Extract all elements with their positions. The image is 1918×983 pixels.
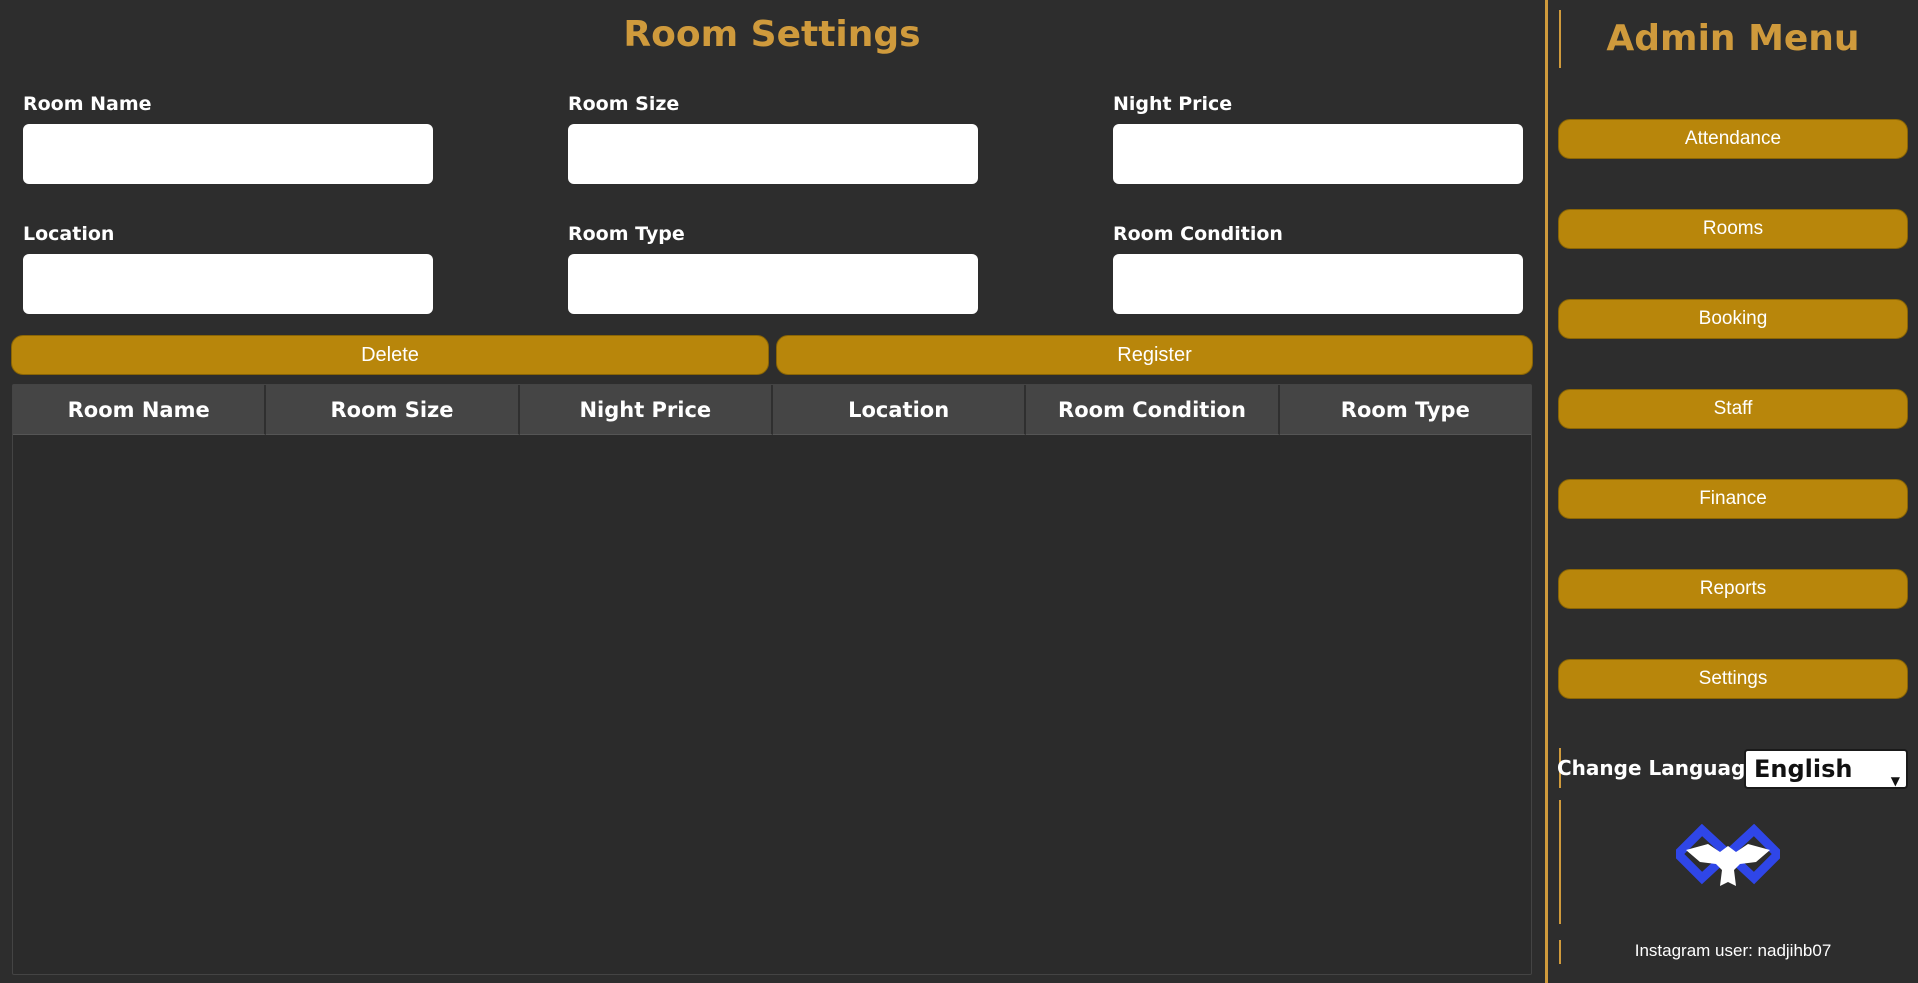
language-select[interactable]: English ▼ [1744,749,1908,789]
room-settings-panel: Room Settings Room Name Room Size Night … [0,0,1544,983]
room-name-label: Room Name [23,93,152,115]
location-label: Location [23,223,115,245]
column-header-location[interactable]: Location [772,385,1027,435]
menu-item-reports[interactable]: Reports [1558,569,1908,609]
column-header-room-condition[interactable]: Room Condition [1026,385,1280,435]
table-body [13,435,1531,974]
column-header-room-name[interactable]: Room Name [13,385,267,435]
admin-sidebar: Admin Menu Attendance Rooms Booking Staf… [1548,0,1918,983]
room-type-field: Room Type [568,222,978,314]
room-size-label: Room Size [568,93,680,115]
location-field: Location [23,222,433,314]
rooms-table: Room Name Room Size Night Price Location… [12,384,1532,975]
room-condition-label: Room Condition [1113,223,1283,245]
night-price-input[interactable] [1113,124,1523,184]
room-name-input[interactable] [23,124,433,184]
delete-button[interactable]: Delete [11,335,769,375]
room-size-field: Room Size [568,92,978,184]
instagram-user-text: Instagram user: nadjihb07 [1634,941,1832,960]
menu-item-staff[interactable]: Staff [1558,389,1908,429]
room-type-input[interactable] [568,254,978,314]
room-size-input[interactable] [568,124,978,184]
column-header-night-price[interactable]: Night Price [519,385,773,435]
location-input[interactable] [23,254,433,314]
room-type-label: Room Type [568,223,685,245]
change-language-label: Change Language [1557,756,1759,780]
eagle-logo-icon [1676,824,1780,886]
menu-item-finance[interactable]: Finance [1558,479,1908,519]
column-header-room-size[interactable]: Room Size [266,385,520,435]
menu-item-attendance[interactable]: Attendance [1558,119,1908,159]
menu-item-booking[interactable]: Booking [1558,299,1908,339]
accent-line [1559,800,1561,924]
table-header: Room Name Room Size Night Price Location… [13,385,1531,435]
room-condition-input[interactable] [1113,254,1523,314]
language-select-value: English [1754,755,1853,783]
chevron-down-icon: ▼ [1890,774,1900,788]
page-title: Room Settings [623,14,921,55]
register-button[interactable]: Register [776,335,1533,375]
app-window: Room Settings Room Name Room Size Night … [0,0,1918,983]
night-price-label: Night Price [1113,93,1233,115]
room-condition-field: Room Condition [1113,222,1523,314]
sidebar-title: Admin Menu [1606,18,1860,59]
night-price-field: Night Price [1113,92,1523,184]
menu-item-settings[interactable]: Settings [1558,659,1908,699]
room-name-field: Room Name [23,92,433,184]
menu-item-rooms[interactable]: Rooms [1558,209,1908,249]
column-header-room-type[interactable]: Room Type [1279,385,1531,435]
